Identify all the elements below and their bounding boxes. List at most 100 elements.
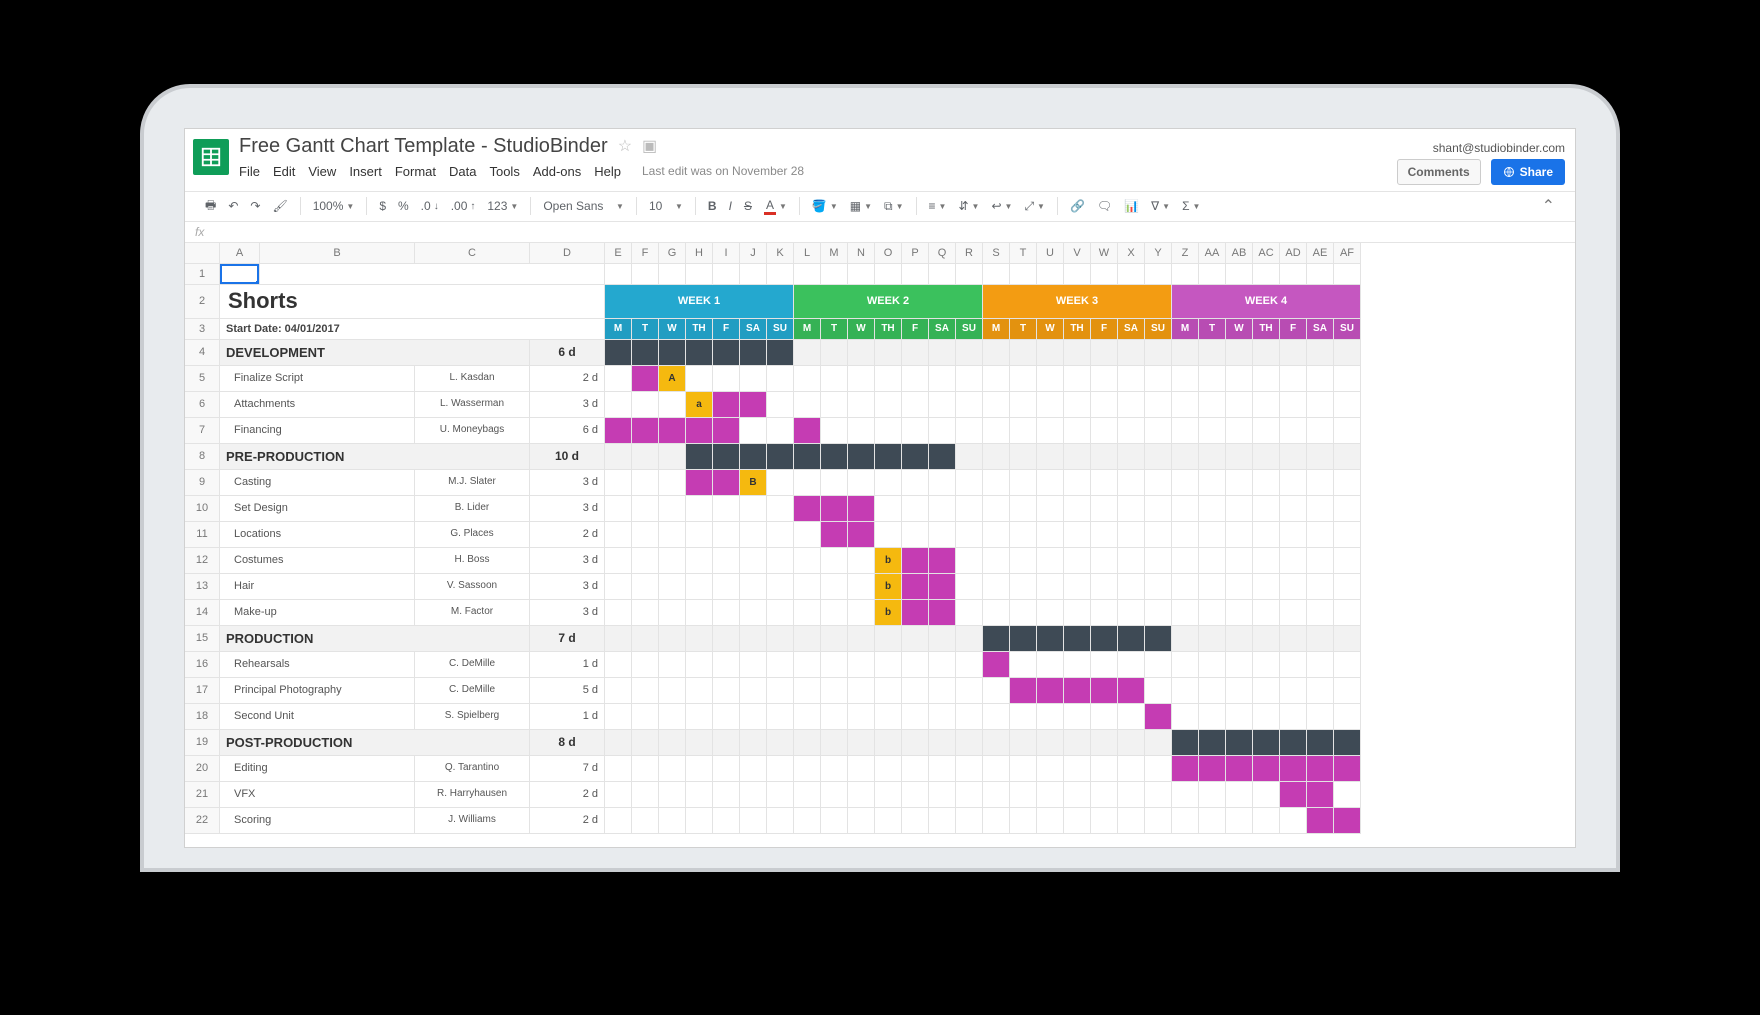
- merge-icon[interactable]: ⧉ ▼: [884, 199, 904, 214]
- grid-cell[interactable]: [686, 678, 713, 704]
- task-bar[interactable]: [848, 522, 875, 548]
- col-header[interactable]: AA: [1199, 243, 1226, 264]
- section-name[interactable]: PRE-PRODUCTION: [220, 444, 530, 470]
- grid-cell[interactable]: [1037, 496, 1064, 522]
- grid-cell[interactable]: [632, 678, 659, 704]
- grid-cell[interactable]: [767, 756, 794, 782]
- grid-cell[interactable]: [1307, 522, 1334, 548]
- grid-cell[interactable]: [1037, 730, 1064, 756]
- day-header[interactable]: SU: [956, 319, 983, 340]
- grid-cell[interactable]: [1226, 522, 1253, 548]
- grid-cell[interactable]: [956, 626, 983, 652]
- grid-cell[interactable]: [740, 704, 767, 730]
- grid-cell[interactable]: [1064, 366, 1091, 392]
- task-bar[interactable]: [686, 470, 713, 496]
- row-header[interactable]: 22: [185, 808, 220, 834]
- grid-cell[interactable]: [929, 470, 956, 496]
- row-header[interactable]: 6: [185, 392, 220, 418]
- row-header[interactable]: 5: [185, 366, 220, 392]
- grid-cell[interactable]: [1253, 444, 1280, 470]
- phase-bar[interactable]: [1226, 730, 1253, 756]
- grid-cell[interactable]: [956, 704, 983, 730]
- grid-cell[interactable]: [1253, 340, 1280, 366]
- task-bar[interactable]: [1334, 808, 1361, 834]
- grid-cell[interactable]: [1334, 678, 1361, 704]
- col-header[interactable]: O: [875, 243, 902, 264]
- grid-cell[interactable]: [875, 340, 902, 366]
- grid-cell[interactable]: [902, 366, 929, 392]
- grid-cell[interactable]: [1064, 704, 1091, 730]
- grid-cell[interactable]: [1010, 418, 1037, 444]
- task-bar[interactable]: [794, 496, 821, 522]
- grid-cell[interactable]: [1199, 678, 1226, 704]
- font-size[interactable]: 10 ▼: [649, 199, 683, 213]
- grid-cell[interactable]: [956, 730, 983, 756]
- comments-button[interactable]: Comments: [1397, 159, 1481, 185]
- grid-cell[interactable]: [767, 522, 794, 548]
- grid-cell[interactable]: [1037, 340, 1064, 366]
- phase-bar[interactable]: [1334, 730, 1361, 756]
- grid-cell[interactable]: [1145, 418, 1172, 444]
- grid-cell[interactable]: [632, 392, 659, 418]
- grid-cell[interactable]: [821, 470, 848, 496]
- grid-cell[interactable]: [632, 626, 659, 652]
- day-header[interactable]: TH: [686, 319, 713, 340]
- section-name[interactable]: PRODUCTION: [220, 626, 530, 652]
- grid-cell[interactable]: [1334, 340, 1361, 366]
- grid-cell[interactable]: [1334, 626, 1361, 652]
- grid-cell[interactable]: [929, 678, 956, 704]
- task-bar[interactable]: [1280, 756, 1307, 782]
- grid-cell[interactable]: [1037, 574, 1064, 600]
- grid-cell[interactable]: [1226, 340, 1253, 366]
- phase-bar[interactable]: [1280, 730, 1307, 756]
- grid-cell[interactable]: [1037, 366, 1064, 392]
- phase-bar[interactable]: [1307, 730, 1334, 756]
- grid-cell[interactable]: [1037, 470, 1064, 496]
- task-name[interactable]: Costumes: [220, 548, 415, 574]
- grid-cell[interactable]: [1334, 496, 1361, 522]
- grid-cell[interactable]: [686, 522, 713, 548]
- menu-insert[interactable]: Insert: [349, 164, 382, 179]
- grid-cell[interactable]: [956, 600, 983, 626]
- phase-bar[interactable]: [1118, 626, 1145, 652]
- task-bar[interactable]: [929, 600, 956, 626]
- grid-cell[interactable]: [875, 366, 902, 392]
- col-header[interactable]: K: [767, 243, 794, 264]
- row-header[interactable]: 7: [185, 418, 220, 444]
- grid-cell[interactable]: [1037, 392, 1064, 418]
- task-bar[interactable]: b: [875, 574, 902, 600]
- grid-cell[interactable]: [848, 678, 875, 704]
- grid-cell[interactable]: [794, 548, 821, 574]
- task-bar[interactable]: [1307, 782, 1334, 808]
- grid-cell[interactable]: [1118, 600, 1145, 626]
- grid-cell[interactable]: [983, 574, 1010, 600]
- grid-cell[interactable]: [1091, 756, 1118, 782]
- day-header[interactable]: F: [902, 319, 929, 340]
- spreadsheet-grid[interactable]: ABCDEFGHIJKLMNOPQRSTUVWXYZAAABACADAEAF12…: [185, 243, 1575, 834]
- grid-cell[interactable]: [983, 522, 1010, 548]
- task-name[interactable]: Second Unit: [220, 704, 415, 730]
- task-bar[interactable]: [713, 418, 740, 444]
- grid-cell[interactable]: [794, 756, 821, 782]
- text-color-icon[interactable]: A ▼: [764, 198, 787, 215]
- task-owner[interactable]: G. Places: [415, 522, 530, 548]
- grid-cell[interactable]: [1118, 574, 1145, 600]
- borders-icon[interactable]: ▦ ▼: [850, 199, 872, 213]
- grid-cell[interactable]: [659, 704, 686, 730]
- col-header[interactable]: X: [1118, 243, 1145, 264]
- phase-bar[interactable]: [686, 340, 713, 366]
- grid-cell[interactable]: [956, 548, 983, 574]
- task-bar[interactable]: [1010, 678, 1037, 704]
- strike-icon[interactable]: S: [744, 199, 752, 213]
- task-bar[interactable]: [848, 496, 875, 522]
- task-bar[interactable]: [713, 392, 740, 418]
- grid-cell[interactable]: [1334, 574, 1361, 600]
- grid-cell[interactable]: [983, 730, 1010, 756]
- task-name[interactable]: Financing: [220, 418, 415, 444]
- grid-cell[interactable]: [848, 782, 875, 808]
- phase-bar[interactable]: [1091, 626, 1118, 652]
- week-header[interactable]: WEEK 1: [605, 285, 794, 319]
- grid-cell[interactable]: [929, 730, 956, 756]
- grid-cell[interactable]: [1010, 340, 1037, 366]
- grid-cell[interactable]: [821, 808, 848, 834]
